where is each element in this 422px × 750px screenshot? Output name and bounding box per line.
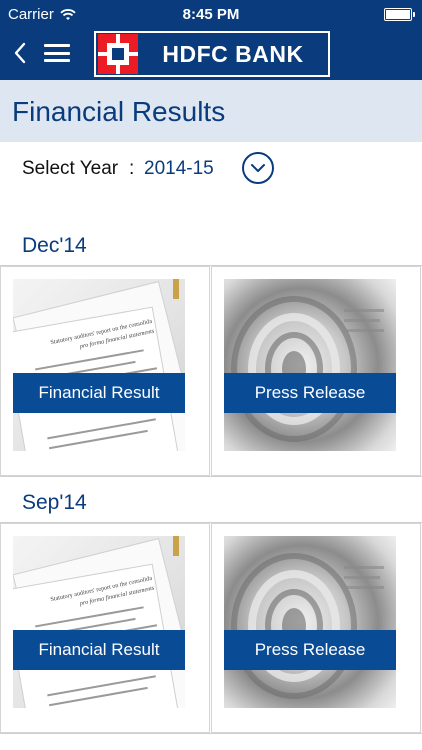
hamburger-icon	[44, 44, 70, 47]
logo-text: HDFC BANK	[162, 40, 304, 67]
year-label: Select Year	[22, 158, 119, 179]
financial-result-card[interactable]: Statutory auditors' report on the consol…	[0, 266, 210, 476]
cards-row: Statutory auditors' report on the consol…	[0, 522, 422, 734]
status-bar: Carrier 8:45 PM	[0, 0, 422, 28]
newspaper-thumbnail	[224, 536, 396, 708]
financial-result-card[interactable]: Statutory auditors' report on the consol…	[0, 523, 210, 733]
title-band: Financial Results	[0, 80, 422, 142]
battery-icon	[384, 8, 415, 21]
press-release-label: Press Release	[224, 630, 396, 670]
status-time: 8:45 PM	[182, 6, 240, 23]
hdfc-logo-mark	[98, 34, 138, 74]
year-selector: Select Year : 2014-15	[0, 142, 422, 194]
back-button[interactable]	[8, 38, 32, 68]
year-dropdown-button[interactable]	[242, 152, 274, 184]
year-separator: :	[129, 158, 135, 179]
newspaper-thumbnail	[224, 279, 396, 451]
chevron-left-icon	[14, 42, 26, 64]
year-value[interactable]: 2014-15	[144, 158, 214, 180]
financial-result-label: Financial Result	[13, 630, 185, 670]
section-title-sep14: Sep'14	[22, 491, 87, 514]
document-thumbnail: Statutory auditors' report on the consol…	[13, 536, 185, 708]
cards-row: Statutory auditors' report on the consol…	[0, 265, 422, 477]
press-release-card[interactable]: Press Release	[211, 266, 421, 476]
press-release-card[interactable]: Press Release	[211, 523, 421, 733]
page-title: Financial Results	[12, 96, 226, 127]
section-title-dec14: Dec'14	[22, 234, 87, 257]
menu-button[interactable]	[44, 42, 70, 64]
chevron-down-icon	[251, 164, 265, 172]
hdfc-logo: HDFC BANK	[94, 31, 330, 77]
press-release-label: Press Release	[224, 373, 396, 413]
app-header: HDFC BANK	[0, 28, 422, 80]
document-thumbnail: Statutory auditors' report on the consol…	[13, 279, 185, 451]
financial-result-label: Financial Result	[13, 373, 185, 413]
